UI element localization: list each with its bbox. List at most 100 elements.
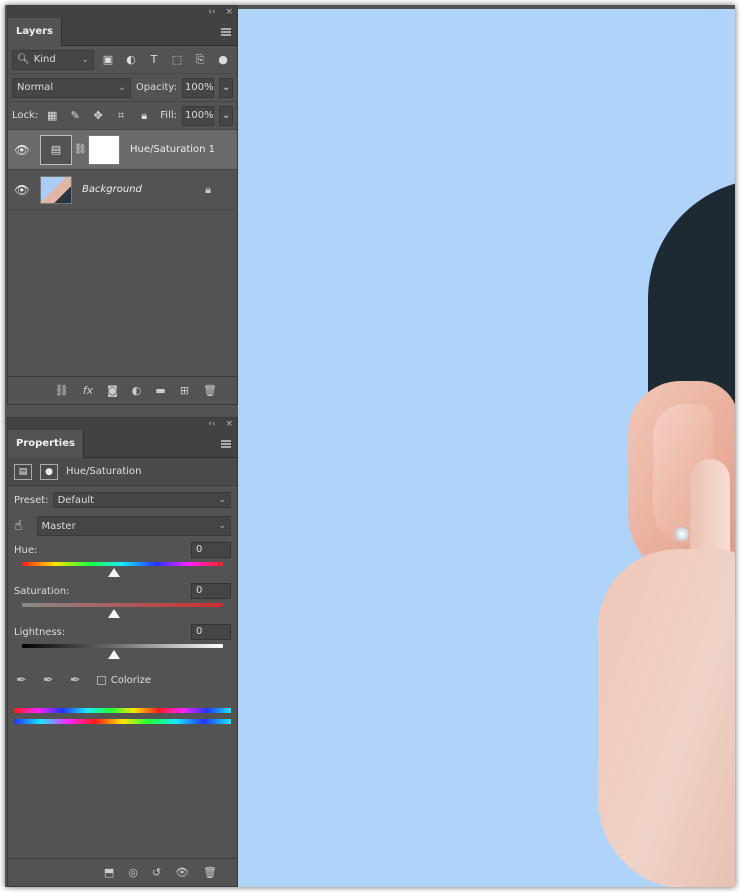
chain-link-icon[interactable]: ⛓︎ — [74, 144, 87, 155]
panel-top-bar: ‹‹ × — [8, 418, 237, 430]
lightness-slider-thumb[interactable] — [108, 650, 120, 659]
tab-layers[interactable]: Layers — [8, 18, 62, 46]
trash-icon[interactable]: 🗑︎ — [203, 866, 217, 879]
adjustment-layer-thumb: ▤ — [40, 134, 72, 165]
chevron-down-icon: ⌄ — [222, 82, 231, 93]
saturation-field[interactable]: 0 — [191, 583, 231, 599]
filter-toggle-icon[interactable]: ● — [214, 53, 232, 66]
collapse-icon[interactable]: ‹‹ — [208, 419, 215, 429]
layers-tabbar: Layers — [8, 18, 237, 46]
lock-row: Lock: ▦ ✎ ✥ ⌗ 🔒︎ Fill: 100% ⌄ — [8, 102, 237, 130]
new-group-icon[interactable]: ▬ — [155, 384, 165, 397]
blend-row: Normal ⌄ Opacity: 100% ⌄ — [8, 74, 237, 102]
clip-to-layer-icon[interactable]: ⬒ — [104, 866, 114, 879]
lock-artboard-icon[interactable]: ⌗ — [112, 109, 130, 123]
add-mask-icon[interactable]: ◙ — [107, 384, 118, 397]
channel-value: Master — [41, 520, 76, 532]
fill-dropdown[interactable]: ⌄ — [219, 105, 233, 126]
result-hue-bar — [14, 719, 231, 724]
mask-icon[interactable]: ● — [40, 463, 58, 480]
channel-select[interactable]: Master ⌄ — [36, 516, 231, 536]
blend-mode-select[interactable]: Normal ⌄ — [12, 77, 131, 98]
lock-pixels-icon[interactable]: ✎ — [66, 109, 84, 122]
hue-saturation-icon: ▤ — [50, 143, 62, 156]
chevron-down-icon: ⌄ — [118, 82, 126, 93]
eyedropper-plus-icon[interactable]: ✒︎ — [43, 673, 54, 688]
chevron-down-icon: ⌄ — [218, 495, 226, 505]
layer-row-hue-saturation[interactable]: 👁︎ ▤ ⛓︎ Hue/Saturation 1 — [8, 130, 237, 170]
targeted-adjustment-hand-icon[interactable]: ☝︎ — [14, 518, 23, 534]
colorize-option: Colorize — [96, 675, 152, 686]
saturation-slider-track[interactable] — [22, 603, 223, 607]
layer-mask-thumb[interactable] — [88, 134, 120, 165]
colorize-checkbox[interactable] — [96, 676, 106, 685]
opacity-dropdown[interactable]: ⌄ — [219, 77, 233, 98]
source-hue-bar — [14, 708, 231, 713]
lock-all-icon[interactable]: 🔒︎ — [135, 109, 153, 123]
smart-object-filter-icon[interactable]: ⎘ — [191, 53, 209, 67]
preset-label: Preset: — [14, 494, 49, 506]
lightness-slider-track[interactable] — [22, 644, 223, 648]
link-layers-icon[interactable]: ⛓︎ — [55, 384, 69, 397]
chevron-down-icon: ⌄ — [222, 110, 231, 121]
tab-properties[interactable]: Properties — [8, 430, 84, 458]
layers-panel: ‹‹ × Layers 🔍︎ Kind ⌄ ▣ ◐ T ⬚ ⎘ ● Normal… — [7, 5, 238, 405]
eyedropper-minus-icon[interactable]: ✒︎ — [70, 673, 81, 688]
new-layer-icon[interactable]: ⊞ — [180, 384, 189, 397]
document-canvas[interactable] — [238, 9, 735, 887]
panel-menu-icon[interactable] — [221, 440, 231, 448]
fx-icon[interactable]: fx — [83, 384, 93, 397]
eye-icon[interactable]: 👁︎ — [12, 183, 32, 197]
photoshop-workspace: ‹‹ × Layers 🔍︎ Kind ⌄ ▣ ◐ T ⬚ ⎘ ● Normal… — [5, 5, 735, 887]
pixel-filter-icon[interactable]: ▣ — [99, 53, 117, 66]
preset-value: Default — [57, 494, 95, 506]
eyedropper-icon[interactable]: ✒︎ — [16, 673, 27, 688]
lightness-field[interactable]: 0 — [191, 624, 231, 640]
saturation-slider-block: Saturation: 0 — [8, 583, 237, 618]
preset-row: Preset: Default ⌄ — [8, 486, 237, 508]
hue-range-bars — [8, 708, 237, 724]
hue-field[interactable]: 0 — [191, 542, 231, 558]
trash-icon[interactable]: 🗑︎ — [203, 384, 217, 397]
hue-label: Hue: — [14, 544, 38, 556]
saturation-slider-thumb[interactable] — [108, 609, 120, 618]
close-icon[interactable]: × — [225, 419, 233, 429]
lightness-label: Lightness: — [14, 626, 66, 638]
background-thumb — [40, 175, 72, 204]
shape-filter-icon[interactable]: ⬚ — [168, 53, 186, 66]
collapse-icon[interactable]: ‹‹ — [208, 7, 215, 17]
eye-icon[interactable]: 👁︎ — [12, 143, 32, 157]
channel-row: ☝︎ Master ⌄ — [8, 508, 237, 536]
new-adjustment-icon[interactable]: ◐ — [132, 384, 142, 397]
saturation-label: Saturation: — [14, 585, 70, 597]
layer-filter-row: 🔍︎ Kind ⌄ ▣ ◐ T ⬚ ⎘ ● — [8, 46, 237, 74]
colorize-label: Colorize — [110, 675, 152, 686]
lock-transparent-icon[interactable]: ▦ — [43, 109, 61, 122]
fill-label: Fill: — [160, 110, 177, 121]
preset-select[interactable]: Default ⌄ — [52, 492, 231, 508]
layers-footer: ⛓︎ fx ◙ ◐ ▬ ⊞ 🗑︎ — [8, 376, 237, 404]
properties-tabbar: Properties — [8, 430, 237, 458]
close-icon[interactable]: × — [225, 7, 233, 17]
chevron-down-icon: ⌄ — [81, 54, 89, 65]
fill-field[interactable]: 100% — [182, 105, 214, 126]
adjustment-filter-icon[interactable]: ◐ — [122, 53, 140, 66]
view-previous-icon[interactable]: ◎ — [128, 866, 138, 879]
reset-icon[interactable]: ↺ — [152, 866, 161, 879]
panel-top-bar: ‹‹ × — [8, 6, 237, 18]
panel-menu-icon[interactable] — [221, 28, 231, 36]
hue-slider-thumb[interactable] — [108, 568, 120, 577]
layer-row-background[interactable]: 👁︎ Background 🔒︎ — [8, 170, 237, 210]
opacity-field[interactable]: 100% — [182, 77, 214, 98]
layer-name: Hue/Saturation 1 — [130, 144, 216, 155]
hue-saturation-icon[interactable]: ▤ — [14, 463, 32, 480]
lock-position-icon[interactable]: ✥ — [89, 109, 107, 122]
visibility-eye-icon[interactable]: 👁︎ — [175, 866, 189, 879]
hue-slider-track[interactable] — [22, 562, 223, 566]
properties-panel: ‹‹ × Properties ▤ ● Hue/Saturation Prese… — [7, 417, 238, 887]
kind-filter-select[interactable]: 🔍︎ Kind ⌄ — [12, 49, 94, 70]
search-icon: 🔍︎ — [17, 54, 30, 65]
type-filter-icon[interactable]: T — [145, 53, 163, 66]
lightness-slider-block: Lightness: 0 — [8, 624, 237, 659]
lock-icon: 🔒︎ — [205, 182, 211, 196]
